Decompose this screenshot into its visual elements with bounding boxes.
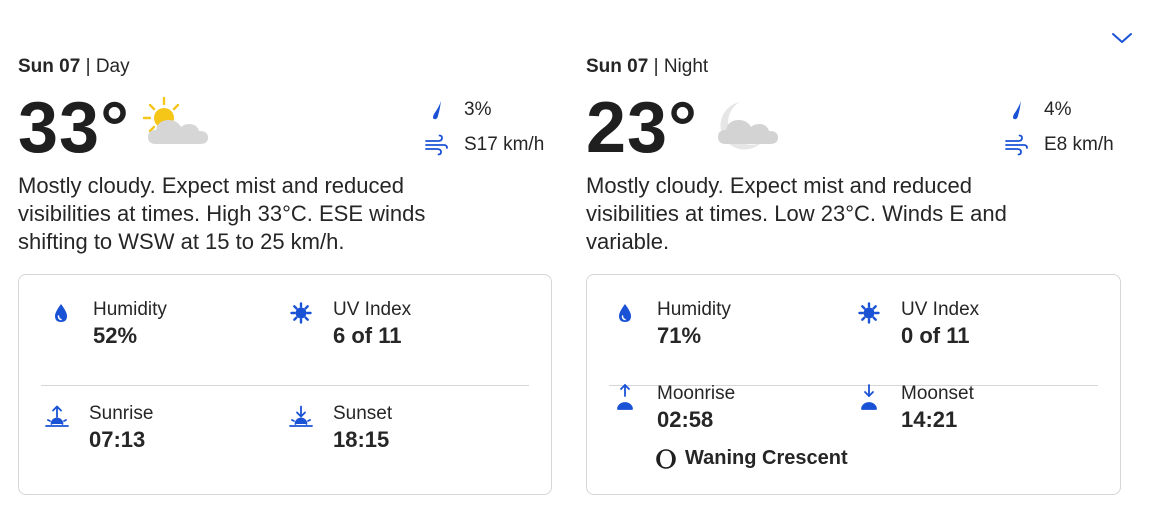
moonrise-label: Moonrise: [657, 383, 736, 404]
moonset-value: 14:21: [901, 407, 958, 432]
day-precipitation: 3%: [424, 98, 491, 122]
moonrise-value: 02:58: [657, 407, 714, 432]
sunrise-icon: [45, 405, 69, 429]
header-separator: |: [85, 56, 91, 77]
day-wind-value: S17 km/h: [464, 134, 545, 155]
moonset-icon: [857, 384, 881, 410]
sunset-icon: [289, 405, 313, 429]
day-wind: S17 km/h: [424, 133, 544, 157]
uv-value: 0 of 11: [901, 323, 970, 348]
humidity-value: 71%: [657, 323, 702, 348]
uv-sun-icon: [289, 301, 313, 325]
sunset-value: 18:15: [333, 427, 390, 452]
night-header: Sun 07 | Night: [586, 56, 708, 78]
night-wind: E8 km/h: [1004, 133, 1114, 157]
night-precipitation: 4%: [1004, 98, 1071, 122]
uv-label: UV Index: [901, 299, 980, 320]
uv-value: 6 of 11: [333, 323, 402, 348]
sunrise-label: Sunrise: [89, 403, 154, 424]
moon-behind-cloud-icon: [710, 96, 784, 161]
raindrop-icon: [1004, 98, 1028, 122]
humidity-label: Humidity: [93, 299, 167, 320]
humidity-label: Humidity: [657, 299, 731, 320]
uv-sun-icon: [857, 301, 881, 325]
moonrise-icon: [613, 384, 637, 410]
night-wind-value: E8 km/h: [1044, 134, 1114, 155]
waning-crescent-moon-icon: [655, 448, 677, 470]
wind-icon: [1004, 133, 1028, 157]
wind-icon: [424, 133, 448, 157]
day-description: Mostly cloudy. Expect mist and reduced v…: [18, 173, 426, 254]
sunset-label: Sunset: [333, 403, 393, 424]
raindrop-icon: [424, 98, 448, 122]
humidity-value: 52%: [93, 323, 138, 348]
day-period: Day: [95, 56, 130, 77]
day-header: Sun 07 | Day: [18, 56, 130, 78]
day-temperature: 33°: [18, 88, 130, 168]
moonset-label: Moonset: [901, 383, 974, 404]
header-separator: |: [653, 56, 659, 77]
night-description: Mostly cloudy. Expect mist and reduced v…: [586, 173, 1007, 254]
daily-forecast-detail: Sun 07 | Day 33° 3% S17 km/h Mostly clou…: [0, 0, 1150, 508]
uv-label: UV Index: [333, 299, 412, 320]
moon-phase: Waning Crescent: [655, 447, 848, 470]
night-temperature: 23°: [586, 88, 698, 168]
day-panel: Sun 07 | Day 33° 3% S17 km/h Mostly clou…: [18, 0, 554, 508]
details-divider: [41, 385, 529, 386]
day-details-card: Humidity 52% UV Index 6 of 11 Sunrise 07…: [18, 274, 552, 495]
night-period: Night: [663, 56, 709, 77]
humidity-drop-icon: [49, 301, 73, 325]
night-panel: Sun 07 | Night 23° 4% E8 km/h Mostly clo…: [586, 0, 1122, 508]
moon-phase-label: Waning Crescent: [685, 447, 848, 469]
sunrise-value: 07:13: [89, 427, 146, 452]
night-date: Sun 07: [586, 56, 649, 77]
humidity-drop-icon: [613, 301, 637, 325]
night-precip-value: 4%: [1044, 99, 1072, 120]
day-date: Sun 07: [18, 56, 81, 77]
sun-behind-cloud-icon: [142, 96, 216, 157]
day-precip-value: 3%: [464, 99, 492, 120]
night-details-card: Humidity 71% UV Index 0 of 11 Moonrise 0…: [586, 274, 1121, 495]
